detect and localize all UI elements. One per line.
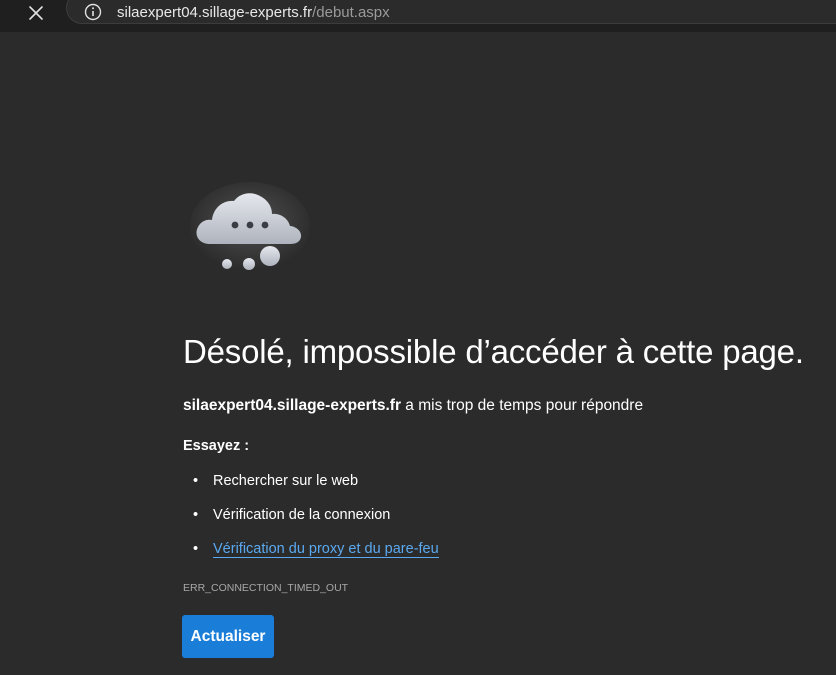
suggestions-list: • Rechercher sur le web • Vérification d… (193, 470, 439, 572)
cloud-timeout-icon (190, 182, 310, 270)
error-code: ERR_CONNECTION_TIMED_OUT (183, 582, 349, 594)
close-icon (29, 6, 43, 20)
url-path: /debut.aspx (312, 4, 390, 21)
info-icon[interactable] (84, 3, 102, 21)
bullet: • (193, 507, 199, 523)
try-label: Essayez : (183, 438, 250, 454)
url-text[interactable]: silaexpert04.sillage-experts.fr/debut.as… (117, 4, 390, 22)
error-host: silaexpert04.sillage-experts.fr (183, 397, 401, 414)
error-description: silaexpert04.sillage-experts.fr a mis tr… (183, 396, 643, 416)
list-item: • Vérification du proxy et du pare-feu (193, 538, 439, 572)
bullet: • (193, 541, 199, 557)
suggestion-check-connection: Vérification de la connexion (213, 507, 391, 523)
page-title: Désolé, impossible d’accéder à cette pag… (183, 333, 804, 370)
bullet: • (193, 473, 199, 489)
close-tab-button[interactable] (22, 0, 50, 26)
url-host: silaexpert04.sillage-experts.fr (117, 4, 313, 21)
suggestion-search-web: Rechercher sur le web (213, 473, 359, 489)
list-item: • Rechercher sur le web (193, 470, 439, 504)
address-bar[interactable]: silaexpert04.sillage-experts.fr/debut.as… (66, 0, 836, 24)
list-item: • Vérification de la connexion (193, 504, 439, 538)
browser-toolbar: silaexpert04.sillage-experts.fr/debut.as… (0, 0, 836, 32)
refresh-button[interactable]: Actualiser (182, 615, 274, 658)
error-message: a mis trop de temps pour répondre (400, 397, 644, 414)
proxy-firewall-link[interactable]: Vérification du proxy et du pare-feu (213, 541, 439, 558)
